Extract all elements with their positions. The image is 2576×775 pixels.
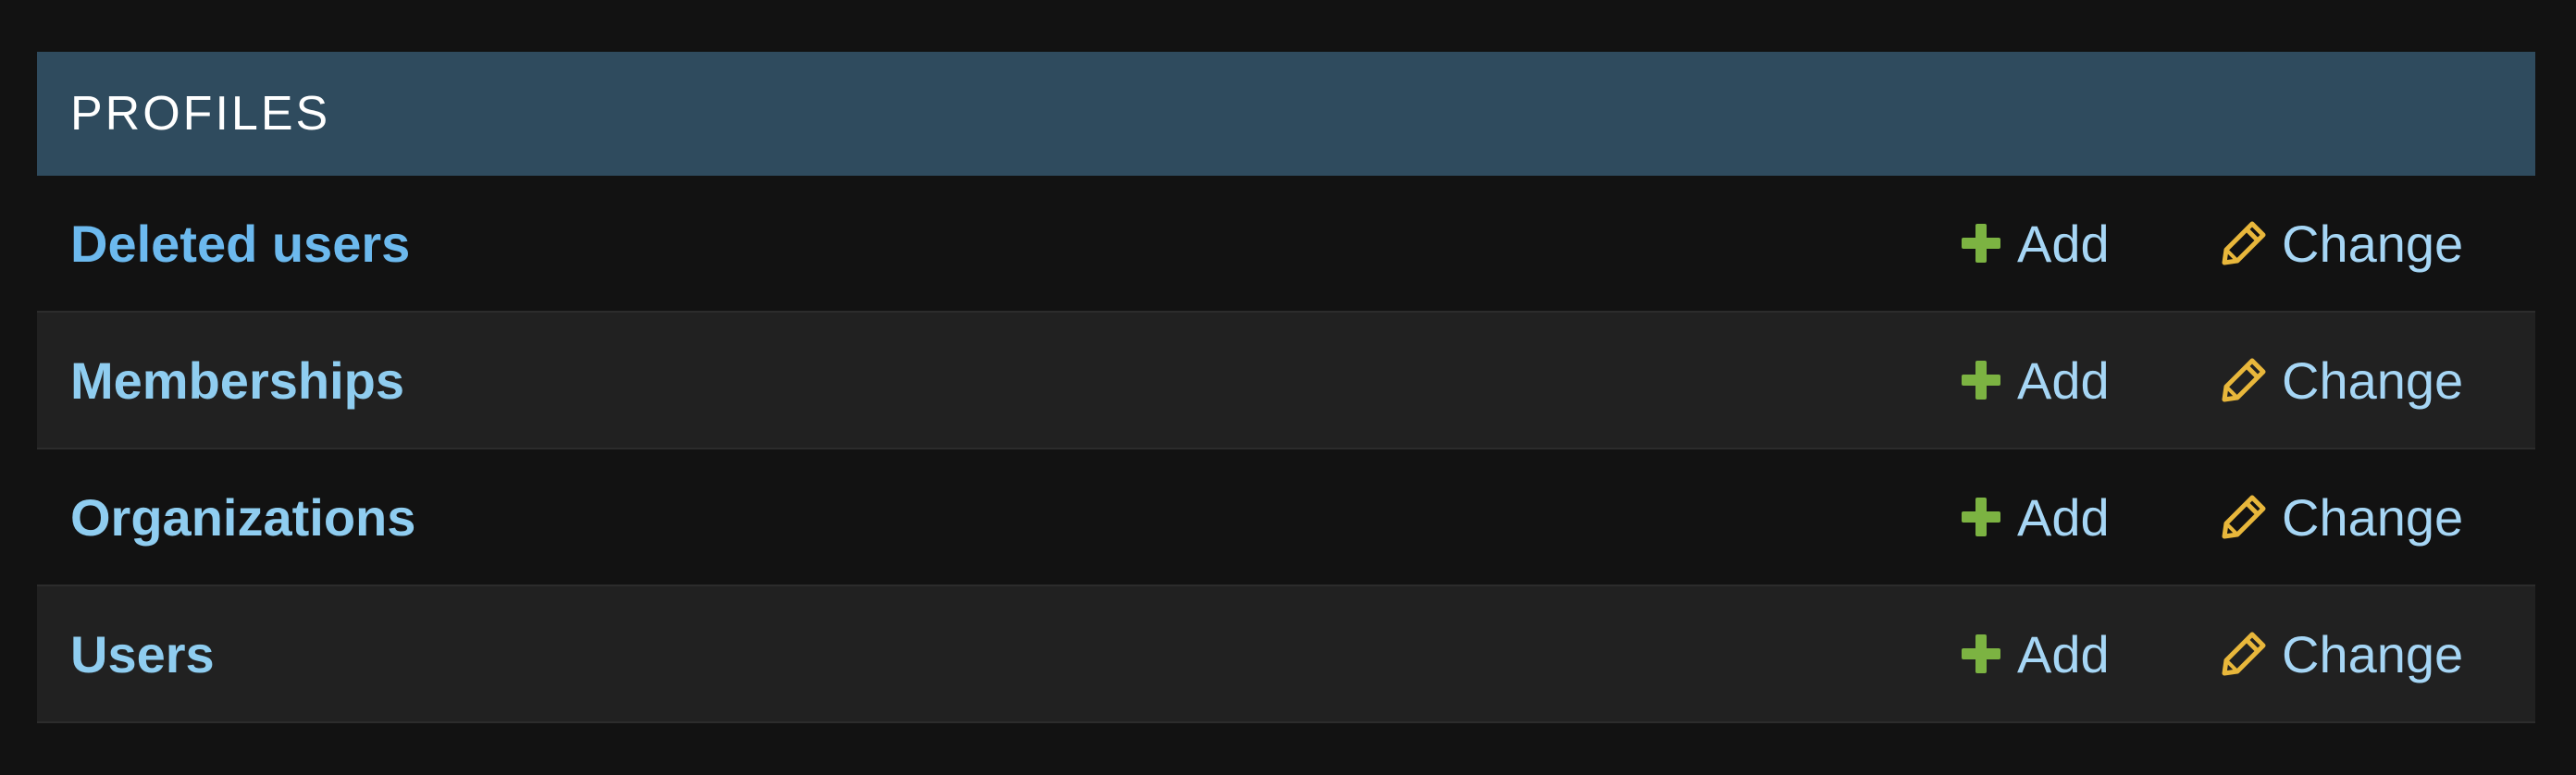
module-caption: PROFILES (37, 52, 2535, 176)
plus-icon (1960, 633, 2002, 675)
add-label: Add (2017, 624, 2110, 683)
add-label: Add (2017, 214, 2110, 273)
plus-icon (1960, 222, 2002, 264)
model-row-memberships: Memberships Add Change (37, 313, 2535, 449)
model-row-users: Users Add Change (37, 586, 2535, 723)
model-link-organizations[interactable]: Organizations (70, 487, 415, 547)
model-link-users[interactable]: Users (70, 624, 215, 684)
add-link[interactable]: Add (1960, 624, 2110, 684)
pencil-icon (2221, 494, 2267, 540)
change-label: Change (2282, 214, 2464, 273)
pencil-icon (2221, 631, 2267, 677)
change-link[interactable]: Change (2221, 351, 2463, 411)
model-link-deleted-users[interactable]: Deleted users (70, 214, 410, 274)
change-link[interactable]: Change (2221, 624, 2463, 684)
change-label: Change (2282, 624, 2464, 683)
model-row-deleted-users: Deleted users Add Change (37, 176, 2535, 313)
add-link[interactable]: Add (1960, 214, 2110, 274)
add-label: Add (2017, 351, 2110, 410)
model-link-memberships[interactable]: Memberships (70, 351, 404, 411)
pencil-icon (2221, 357, 2267, 403)
plus-icon (1960, 359, 2002, 401)
add-link[interactable]: Add (1960, 351, 2110, 411)
model-row-organizations: Organizations Add Change (37, 449, 2535, 586)
add-label: Add (2017, 487, 2110, 547)
add-link[interactable]: Add (1960, 487, 2110, 547)
change-label: Change (2282, 487, 2464, 547)
change-label: Change (2282, 351, 2464, 410)
pencil-icon (2221, 220, 2267, 266)
profiles-module: PROFILES Deleted users Add Change Member… (37, 52, 2535, 723)
plus-icon (1960, 496, 2002, 538)
change-link[interactable]: Change (2221, 214, 2463, 274)
module-caption-text: PROFILES (70, 87, 331, 141)
change-link[interactable]: Change (2221, 487, 2463, 547)
